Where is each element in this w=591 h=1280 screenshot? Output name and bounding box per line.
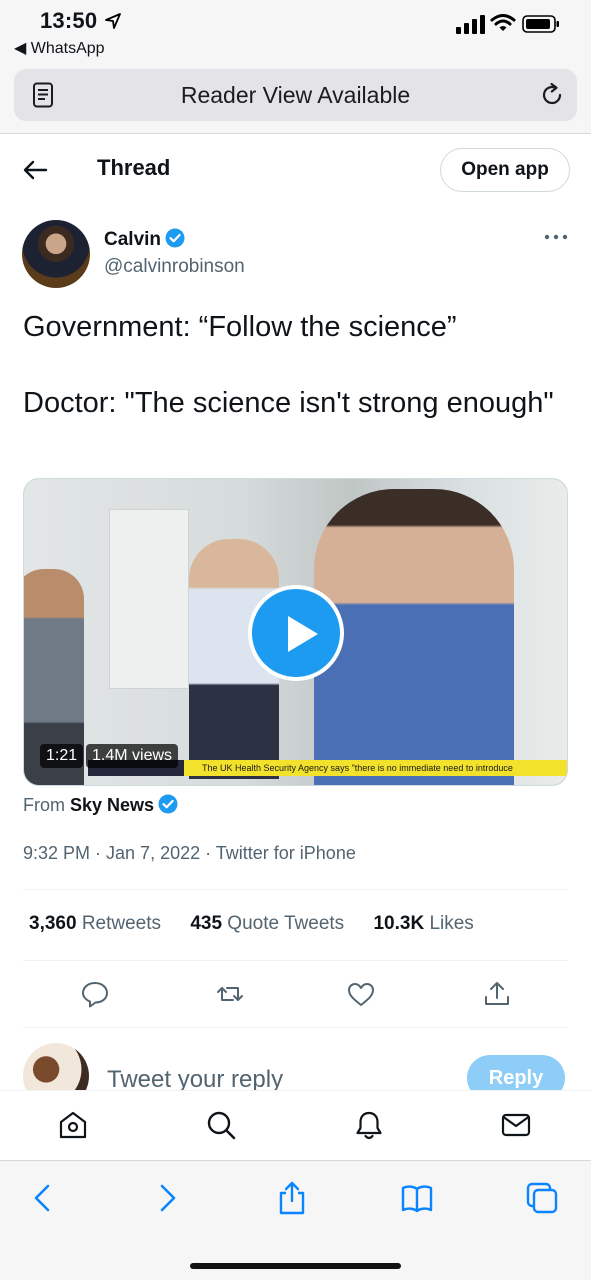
tabs-icon[interactable] xyxy=(525,1181,559,1215)
back-icon[interactable] xyxy=(26,1181,60,1215)
search-icon[interactable] xyxy=(205,1109,237,1141)
address-bar-text: Reader View Available xyxy=(180,82,411,108)
back-arrow-icon[interactable] xyxy=(22,157,48,183)
quote-tweets-label: Quote Tweets xyxy=(227,913,345,934)
retweets-stat[interactable]: 3,360 Retweets xyxy=(29,913,161,934)
mail-icon[interactable] xyxy=(500,1109,532,1141)
safari-toolbar xyxy=(0,1160,591,1280)
author-avatar[interactable] xyxy=(22,220,90,288)
thread-header: Thread Open app xyxy=(0,135,591,205)
retweets-label: Retweets xyxy=(81,913,162,934)
location-arrow-icon xyxy=(105,13,121,29)
verified-badge-icon xyxy=(158,794,178,814)
author-name-text: Calvin xyxy=(104,229,162,250)
home-icon[interactable] xyxy=(57,1109,89,1141)
likes-stat[interactable]: 10.3K Likes xyxy=(373,913,473,934)
divider xyxy=(23,889,568,890)
author-handle[interactable]: @calvinrobinson xyxy=(104,256,245,278)
play-icon xyxy=(288,616,318,652)
video-scene-cabinet xyxy=(109,509,189,689)
cellular-signal-icon xyxy=(456,15,485,34)
like-icon[interactable] xyxy=(346,979,376,1009)
status-time: 13:50 xyxy=(40,8,98,33)
video-source-name[interactable]: Sky News xyxy=(70,795,154,815)
tweet-stats: 3,360 Retweets 435 Quote Tweets 10.3K Li… xyxy=(29,913,498,935)
forward-icon[interactable] xyxy=(150,1181,184,1215)
news-ticker: The UK Health Security Agency says "ther… xyxy=(184,760,567,776)
home-indicator xyxy=(190,1263,401,1269)
bottom-tab-bar xyxy=(0,1090,591,1160)
video-duration: 1:21 xyxy=(40,744,84,768)
tweet-timestamp[interactable]: 9:32 PM · Jan 7, 2022 · Twitter for iPho… xyxy=(23,843,356,864)
reload-icon[interactable] xyxy=(539,82,565,108)
divider xyxy=(23,1027,568,1028)
address-bar[interactable]: Reader View Available xyxy=(14,69,577,121)
share-icon[interactable] xyxy=(482,979,512,1009)
quote-tweets-count: 435 xyxy=(190,913,223,934)
video-source-prefix: From xyxy=(23,795,65,815)
wifi-icon xyxy=(490,14,516,31)
status-bar: 13:50 ◀ WhatsApp xyxy=(0,0,591,62)
play-button[interactable] xyxy=(248,585,344,681)
tweet-actions xyxy=(0,975,591,1015)
retweets-count: 3,360 xyxy=(29,913,77,934)
author-name[interactable]: Calvin xyxy=(104,228,185,251)
reply-icon[interactable] xyxy=(80,979,110,1009)
tweet-text: Government: “Follow the science” Doctor:… xyxy=(23,311,554,419)
share-icon[interactable] xyxy=(275,1181,309,1215)
likes-count: 10.3K xyxy=(373,913,425,934)
tweet-video[interactable]: The UK Health Security Agency says "ther… xyxy=(23,478,568,786)
bell-icon[interactable] xyxy=(353,1109,385,1141)
bookmarks-icon[interactable] xyxy=(400,1181,434,1215)
video-source: From Sky News xyxy=(23,794,178,816)
more-options-icon[interactable] xyxy=(544,230,568,244)
battery-icon xyxy=(522,15,559,33)
quote-tweets-stat[interactable]: 435 Quote Tweets xyxy=(190,913,344,934)
page-title: Thread xyxy=(97,155,171,180)
video-scene-person xyxy=(314,489,514,785)
browser-address-area: Reader View Available xyxy=(0,62,591,134)
open-app-button[interactable]: Open app xyxy=(440,148,570,192)
video-views: 1.4M views xyxy=(86,744,179,768)
likes-label: Likes xyxy=(429,913,474,934)
retweet-icon[interactable] xyxy=(215,979,245,1009)
divider xyxy=(23,960,568,961)
back-to-whatsapp-link[interactable]: ◀ WhatsApp xyxy=(14,38,105,58)
reader-view-icon[interactable] xyxy=(32,82,54,108)
verified-badge-icon xyxy=(165,228,185,248)
